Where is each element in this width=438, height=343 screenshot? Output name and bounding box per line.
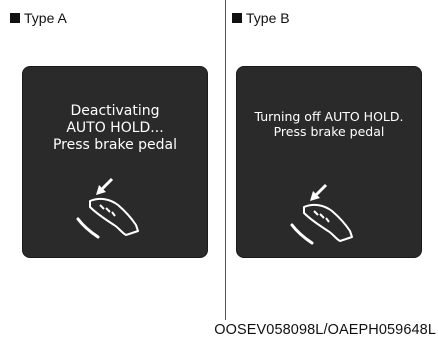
brake-pedal-foot-icon <box>290 183 353 245</box>
message-line: AUTO HOLD... <box>66 120 164 136</box>
message-line: Press brake pedal <box>52 137 178 153</box>
square-bullet-icon <box>232 13 242 23</box>
display-message-type-b: Turning off AUTO HOLD. Press brake pedal <box>237 109 421 139</box>
arrow-down-left-icon <box>310 183 328 201</box>
type-a-label-text: Type A <box>24 10 67 26</box>
type-b-label-text: Type B <box>246 10 290 26</box>
square-bullet-icon <box>10 13 20 23</box>
message-line: Deactivating <box>70 103 160 119</box>
message-line: Turning off AUTO HOLD. <box>254 109 404 124</box>
message-line: Press brake pedal <box>273 124 385 139</box>
brake-pedal-foot-icon <box>76 177 139 239</box>
type-b-label: Type B <box>232 10 290 26</box>
display-message-type-a: Deactivating AUTO HOLD... Press brake pe… <box>23 103 207 154</box>
cluster-display-type-b: Turning off AUTO HOLD. Press brake pedal <box>236 66 422 258</box>
figure-caption: OOSEV058098L/OAEPH059648L <box>214 322 436 338</box>
panel-type-b: Type B Turning off AUTO HOLD. Press brak… <box>220 0 438 320</box>
panel-type-a: Type A Deactivating AUTO HOLD... Press b… <box>0 0 218 320</box>
type-a-label: Type A <box>10 10 67 26</box>
cluster-display-type-a: Deactivating AUTO HOLD... Press brake pe… <box>22 66 208 258</box>
arrow-down-left-icon <box>96 177 114 195</box>
